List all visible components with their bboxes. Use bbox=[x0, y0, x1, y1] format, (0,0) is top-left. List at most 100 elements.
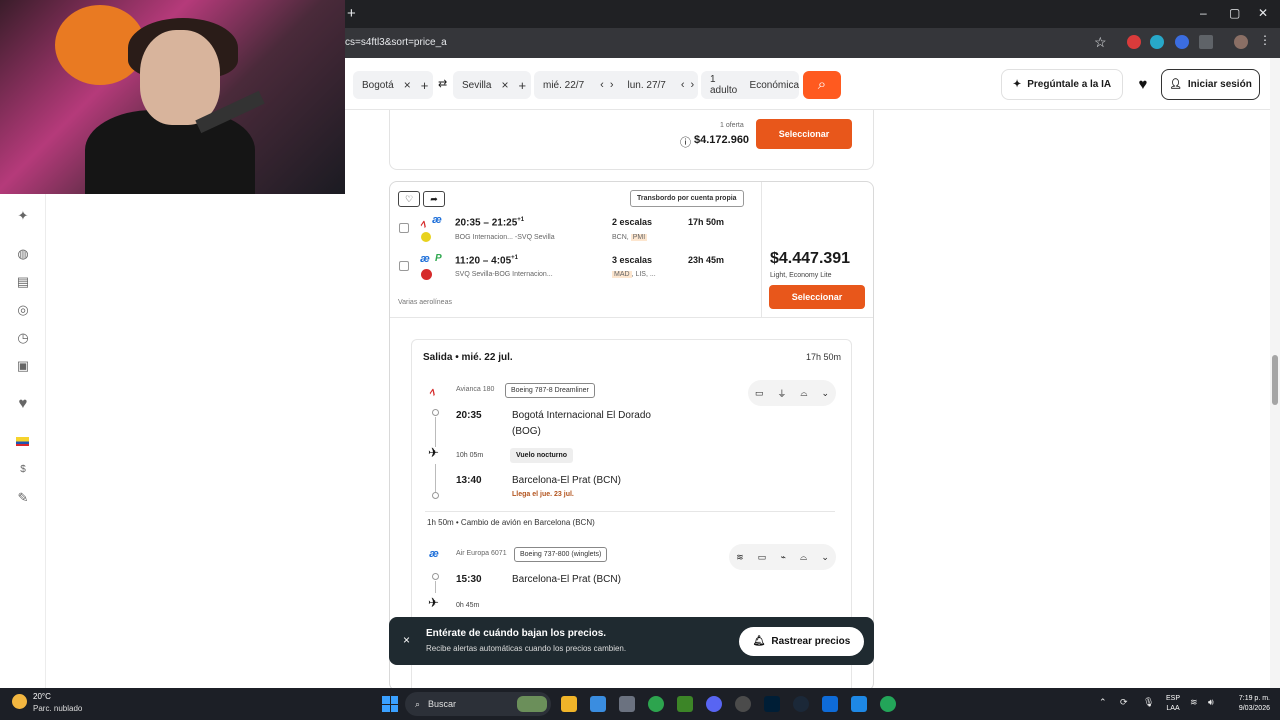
feedback-icon[interactable]: ✎ bbox=[15, 490, 31, 506]
prev-return-icon[interactable]: ‹ bbox=[681, 79, 685, 91]
share-icon[interactable]: ➦ bbox=[423, 191, 445, 207]
clock[interactable]: 7:19 p. m. 9/03/2026 bbox=[1228, 694, 1270, 714]
heart-icon[interactable]: ♥ bbox=[15, 396, 31, 412]
departure-airport: Barcelona-El Prat (BCN) bbox=[512, 574, 621, 585]
network-icon[interactable]: ⟳ bbox=[1120, 697, 1128, 708]
bell-icon: 🔔︎ bbox=[752, 636, 766, 647]
vueling-logo-icon bbox=[421, 232, 431, 242]
aircraft-tag: Boeing 787-8 Dreamliner bbox=[505, 383, 595, 398]
no-power-icon: ⌁ bbox=[780, 551, 786, 562]
favorites-heart-icon[interactable]: ♥ bbox=[1129, 71, 1157, 99]
taskbar-search[interactable]: ⌕ Buscar bbox=[405, 692, 551, 716]
clock-icon[interactable]: ◷ bbox=[15, 330, 31, 346]
currency-label[interactable]: $ bbox=[15, 462, 31, 478]
language-indicator[interactable]: ESP LAA bbox=[1166, 694, 1180, 714]
globe-icon[interactable]: ◍ bbox=[15, 246, 31, 262]
profile-avatar[interactable] bbox=[1234, 35, 1248, 49]
maximize-icon[interactable]: ▢ bbox=[1229, 6, 1240, 20]
explore-icon[interactable]: ◎ bbox=[15, 302, 31, 318]
destination-field[interactable]: Sevilla × + bbox=[453, 71, 531, 99]
arrival-airport: Barcelona-El Prat (BCN) bbox=[512, 475, 621, 486]
chrome-icon[interactable] bbox=[648, 696, 664, 712]
webcam-overlay bbox=[0, 0, 345, 194]
amenities[interactable]: ▭ ⏚ ⌓ ⌄ bbox=[748, 380, 836, 406]
weather-condition: Parc. nublado bbox=[33, 704, 83, 713]
swap-icon[interactable]: ⇄ bbox=[438, 77, 447, 90]
aircraft-tag: Boeing 737-800 (winglets) bbox=[514, 547, 608, 562]
minimize-icon[interactable]: – bbox=[1200, 6, 1207, 20]
next-depart-icon[interactable]: › bbox=[610, 79, 614, 91]
app-icon[interactable] bbox=[590, 696, 606, 712]
login-button[interactable]: 👤︎ Iniciar sesión bbox=[1161, 69, 1260, 100]
obs-icon[interactable] bbox=[735, 696, 751, 712]
passenger-cabin-field[interactable]: 1 adulto Económica bbox=[701, 71, 799, 99]
extension-icon[interactable] bbox=[1150, 35, 1164, 49]
timeline-line bbox=[435, 464, 436, 492]
bookmark-star-icon[interactable]: ☆ bbox=[1094, 34, 1107, 51]
flight-segment: ﾍ Avianca 180 Boeing 787-8 Dreamliner ▭ … bbox=[425, 380, 851, 510]
windows-taskbar: 20°C Parc. nublado ⌕ Buscar ⌃ ⟳ 🎙︎ ESP L… bbox=[0, 688, 1280, 720]
clear-origin-icon[interactable]: × bbox=[404, 78, 411, 92]
inbound-stop-codes: MAD, LIS, ... bbox=[612, 271, 656, 278]
clear-destination-icon[interactable]: × bbox=[501, 78, 508, 92]
track-prices-button[interactable]: 🔔︎ Rastrear precios bbox=[739, 627, 864, 656]
mic-icon[interactable]: 🎙︎ bbox=[1143, 697, 1154, 708]
start-button[interactable] bbox=[382, 696, 398, 712]
track-prices-label: Rastrear precios bbox=[771, 636, 851, 647]
app-icon[interactable] bbox=[851, 696, 867, 712]
arrival-time: 13:40 bbox=[456, 475, 482, 486]
timeline-line bbox=[435, 417, 436, 447]
extensions-puzzle-icon[interactable] bbox=[1199, 35, 1213, 49]
volume-icon[interactable]: 🔊︎ bbox=[1208, 697, 1214, 708]
air-europa-logo-icon: æ bbox=[420, 253, 430, 265]
leg-title: Salida • mié. 22 jul. bbox=[423, 352, 513, 363]
close-icon[interactable]: × bbox=[403, 633, 410, 647]
colombia-flag-icon[interactable] bbox=[16, 437, 29, 446]
sparkle-icon[interactable]: ✦ bbox=[15, 208, 31, 224]
briefcase-icon[interactable]: ▣ bbox=[15, 358, 31, 374]
carriers-label: Varias aerolíneas bbox=[398, 299, 452, 306]
scrollbar-thumb[interactable] bbox=[1272, 355, 1278, 405]
new-tab-button[interactable]: + bbox=[347, 5, 356, 22]
steam-icon[interactable] bbox=[793, 696, 809, 712]
date-range-field[interactable]: mié. 22/7 ‹ › lun. 27/7 ‹ › bbox=[534, 71, 698, 99]
outbound-times: 20:35 – 21:25+1 bbox=[455, 217, 525, 229]
app-icon[interactable] bbox=[880, 696, 896, 712]
offer-count: 1 oferta bbox=[720, 122, 744, 129]
app-icon[interactable] bbox=[822, 696, 838, 712]
add-destination-icon[interactable]: + bbox=[518, 78, 526, 93]
tray-chevron-icon[interactable]: ⌃ bbox=[1099, 697, 1107, 708]
select-button[interactable]: Seleccionar bbox=[756, 119, 852, 149]
chevron-down-icon[interactable]: ⌄ bbox=[821, 552, 829, 563]
weather-icon bbox=[12, 694, 27, 709]
select-button[interactable]: Seleccionar bbox=[769, 285, 865, 309]
next-return-icon[interactable]: › bbox=[691, 79, 695, 91]
ask-ai-button[interactable]: ✦ Pregúntale a la IA bbox=[1001, 69, 1123, 100]
info-icon[interactable]: ⓘ bbox=[680, 134, 691, 150]
origin-field[interactable]: Bogotá × + bbox=[353, 71, 433, 99]
prev-depart-icon[interactable]: ‹ bbox=[600, 79, 604, 91]
search-button[interactable]: ⌕ bbox=[803, 71, 841, 99]
compare-checkbox[interactable] bbox=[399, 261, 409, 271]
save-heart-icon[interactable]: ♡ bbox=[398, 191, 420, 207]
minecraft-icon[interactable] bbox=[677, 696, 693, 712]
hotel-icon[interactable]: ▤ bbox=[15, 274, 31, 290]
extension-icon[interactable] bbox=[1127, 35, 1141, 49]
compare-checkbox[interactable] bbox=[399, 223, 409, 233]
file-explorer-icon[interactable] bbox=[561, 696, 577, 712]
url-field[interactable]: cs=s4ftl3&sort=price_a bbox=[345, 37, 447, 48]
chevron-down-icon[interactable]: ⌄ bbox=[821, 388, 829, 399]
settings-icon[interactable] bbox=[619, 696, 635, 712]
layover-info: 1h 50m • Cambio de avión en Barcelona (B… bbox=[427, 518, 595, 527]
discord-icon[interactable] bbox=[706, 696, 722, 712]
more-menu-icon[interactable]: ⋮ bbox=[1259, 33, 1273, 47]
extension-icon[interactable] bbox=[1175, 35, 1189, 49]
plane-icon: ✈ bbox=[428, 595, 439, 610]
amenities[interactable]: ≋ ▭ ⌁ ⌓ ⌄ bbox=[729, 544, 836, 570]
wifi-icon[interactable]: ≋ bbox=[1190, 697, 1198, 708]
origin-value: Bogotá bbox=[362, 79, 394, 91]
screen-icon: ▭ bbox=[754, 387, 764, 398]
close-window-icon[interactable]: ✕ bbox=[1258, 6, 1268, 20]
add-origin-icon[interactable]: + bbox=[421, 78, 429, 93]
photoshop-icon[interactable] bbox=[764, 696, 780, 712]
